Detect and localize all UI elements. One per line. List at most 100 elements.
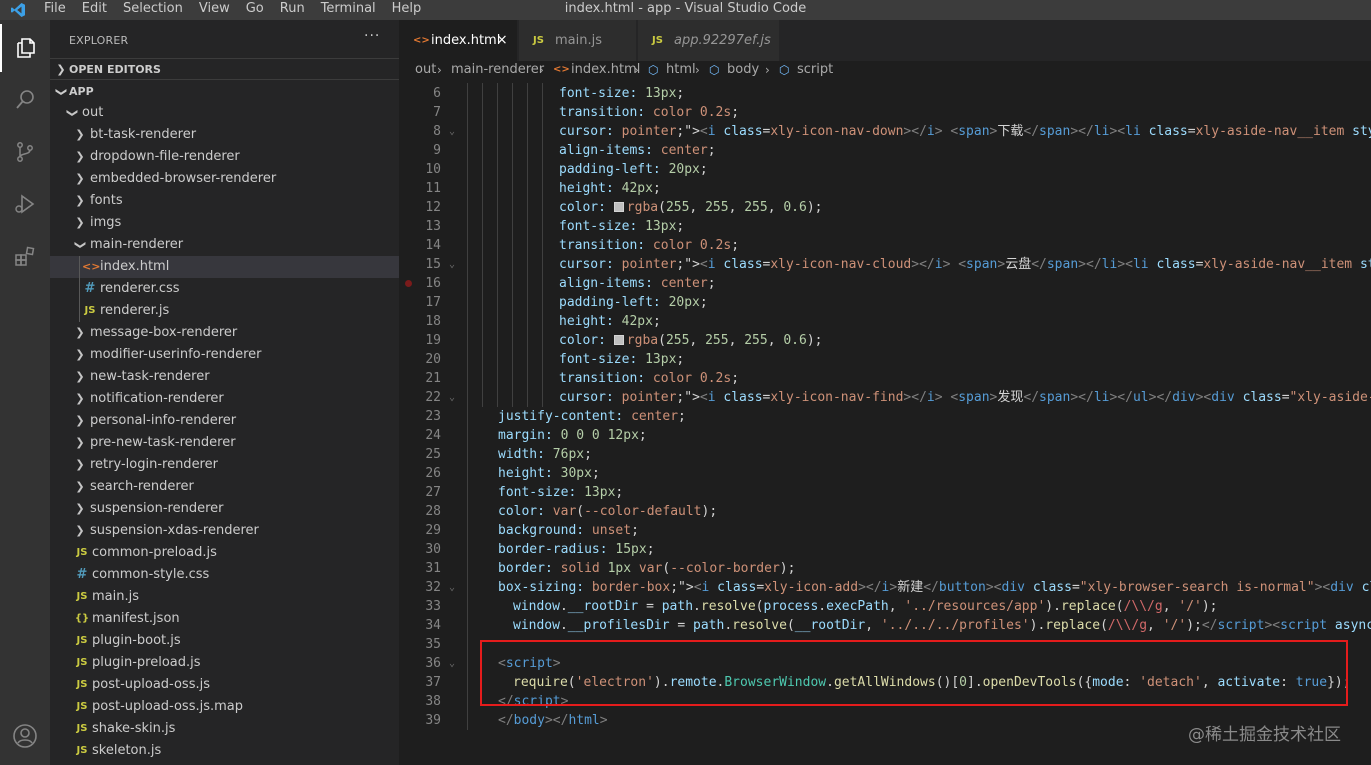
- code-token: ></: [1070, 390, 1094, 405]
- file-item[interactable]: # common-style.css: [50, 564, 399, 586]
- file-item[interactable]: # renderer.css: [50, 278, 399, 300]
- open-editors-section[interactable]: ❯ OPEN EDITORS: [50, 58, 399, 80]
- breadcrumb-index-html[interactable]: index.html: [571, 62, 640, 78]
- menu-help[interactable]: Help: [384, 0, 430, 20]
- chevron-right-icon: ❯: [75, 172, 85, 185]
- tab-main-js[interactable]: JS main.js: [519, 20, 637, 61]
- folder-item[interactable]: ❯ main-renderer: [50, 234, 399, 256]
- file-item[interactable]: {} manifest.json: [50, 608, 399, 630]
- menu-terminal[interactable]: Terminal: [313, 0, 384, 20]
- line-number: 12: [425, 200, 441, 215]
- folder-item[interactable]: ❯ embedded-browser-renderer: [50, 168, 399, 190]
- run-debug-icon[interactable]: [0, 180, 50, 228]
- fold-chevron-icon[interactable]: ⌄: [449, 654, 455, 673]
- code-token: ><: [1264, 618, 1281, 633]
- file-item[interactable]: JS post-upload-oss.js.map: [50, 696, 399, 718]
- menu-file[interactable]: File: [36, 0, 74, 20]
- fold-chevron-icon[interactable]: ⌄: [449, 255, 455, 274]
- file-item[interactable]: JS renderer.js: [50, 300, 399, 322]
- fold-chevron-icon[interactable]: ⌄: [449, 578, 455, 597]
- folder-item[interactable]: ❯ modifier-userinfo-renderer: [50, 344, 399, 366]
- tab-app-92297ef-js[interactable]: JS app.92297ef.js: [638, 20, 780, 61]
- code-line: 32 ⌄ box-sizing: border-box;"><i class=xly…: [399, 578, 1371, 597]
- line-number: 17: [425, 295, 441, 310]
- code-token: cursor:: [559, 124, 622, 139]
- app-folder-section[interactable]: ❯ APP: [50, 81, 399, 103]
- fold-chevron-icon[interactable]: ⌄: [449, 388, 455, 407]
- code-token: cursor:: [559, 257, 622, 272]
- code-line: 20 font-size: 13px;: [399, 350, 1371, 369]
- code-token: ><: [1109, 124, 1126, 139]
- code-token: div: [1211, 390, 1235, 405]
- breadcrumb-out[interactable]: out: [415, 62, 436, 78]
- menu-selection[interactable]: Selection: [115, 0, 191, 20]
- folder-item[interactable]: ❯ retry-login-renderer: [50, 454, 399, 476]
- file-item[interactable]: JS plugin-boot.js: [50, 630, 399, 652]
- chevron-right-icon: ❯: [75, 216, 85, 229]
- code-token: >: [997, 257, 1006, 272]
- css-file-icon: #: [84, 281, 96, 296]
- line-number: 38: [425, 694, 441, 709]
- folder-item[interactable]: ❯ suspension-renderer: [50, 498, 399, 520]
- code-token: 13px: [584, 485, 616, 500]
- code-token: ></: [544, 713, 569, 728]
- close-icon[interactable]: ×: [496, 20, 508, 61]
- folder-item[interactable]: ❯ pre-new-task-renderer: [50, 432, 399, 454]
- file-item[interactable]: JS post-upload-oss.js: [50, 674, 399, 696]
- extensions-icon[interactable]: [0, 232, 50, 280]
- file-item[interactable]: JS shake-skin.js: [50, 718, 399, 740]
- folder-item[interactable]: ❯ out: [50, 102, 399, 124]
- color-swatch: [613, 335, 624, 345]
- code-text: background: unset;: [498, 521, 639, 540]
- code-token: <: [693, 580, 702, 595]
- code-token: script: [1280, 618, 1328, 633]
- folder-item[interactable]: ❯ notification-renderer: [50, 388, 399, 410]
- code-token: ;">: [670, 580, 694, 595]
- code-token: ,: [888, 599, 905, 614]
- code-token: span: [1039, 124, 1071, 139]
- code-token: class: [1156, 257, 1196, 272]
- folder-item[interactable]: ❯ imgs: [50, 212, 399, 234]
- file-item[interactable]: JS main.js: [50, 586, 399, 608]
- file-item[interactable]: JS plugin-preload.js: [50, 652, 399, 674]
- file-item[interactable]: JS skeleton.js: [50, 740, 399, 762]
- menu-run[interactable]: Run: [272, 0, 313, 20]
- html-file-icon: <>: [82, 260, 101, 273]
- line-number: 15: [425, 257, 441, 272]
- fold-chevron-icon[interactable]: ⌄: [449, 122, 455, 141]
- breadcrumb-body[interactable]: body: [727, 62, 759, 78]
- tab-index-html[interactable]: <> index.html ×: [399, 20, 518, 61]
- menu-edit[interactable]: Edit: [74, 0, 115, 20]
- folder-item[interactable]: ❯ fonts: [50, 190, 399, 212]
- menu-go[interactable]: Go: [238, 0, 272, 20]
- breadcrumb-script[interactable]: script: [797, 62, 833, 78]
- line-number: 30: [425, 542, 441, 557]
- file-item[interactable]: JS common-preload.js: [50, 542, 399, 564]
- folder-item[interactable]: ❯ bt-task-renderer: [50, 124, 399, 146]
- explorer-icon[interactable]: [0, 24, 50, 72]
- code-text: width: 76px;: [498, 445, 592, 464]
- folder-item[interactable]: ❯ personal-info-renderer: [50, 410, 399, 432]
- search-icon[interactable]: [0, 76, 50, 124]
- chevron-down-icon: ❯: [74, 240, 87, 250]
- folder-item[interactable]: ❯ search-renderer: [50, 476, 399, 498]
- folder-item[interactable]: ❯ message-box-renderer: [50, 322, 399, 344]
- more-actions-icon[interactable]: ···: [364, 28, 380, 44]
- folder-item[interactable]: ❯ suspension-xdas-renderer: [50, 520, 399, 542]
- menu-view[interactable]: View: [191, 0, 238, 20]
- code-token: </: [1023, 124, 1040, 139]
- accounts-icon[interactable]: [0, 712, 50, 760]
- breadcrumb-main-renderer[interactable]: main-renderer: [451, 62, 544, 78]
- code-token: window: [513, 618, 560, 633]
- code-token: border:: [498, 561, 561, 576]
- code-token: '/': [1162, 618, 1187, 633]
- folder-item[interactable]: ❯ dropdown-file-renderer: [50, 146, 399, 168]
- code-token: span: [958, 124, 990, 139]
- breadcrumb-html[interactable]: html: [666, 62, 696, 78]
- file-item[interactable]: <> index.html: [50, 256, 399, 278]
- line-number: 25: [425, 447, 441, 462]
- menu-bar: File Edit Selection View Go Run Terminal Help: [36, 0, 429, 20]
- source-control-icon[interactable]: [0, 128, 50, 176]
- folder-item[interactable]: ❯ new-task-renderer: [50, 366, 399, 388]
- code-token: cursor:: [559, 390, 622, 405]
